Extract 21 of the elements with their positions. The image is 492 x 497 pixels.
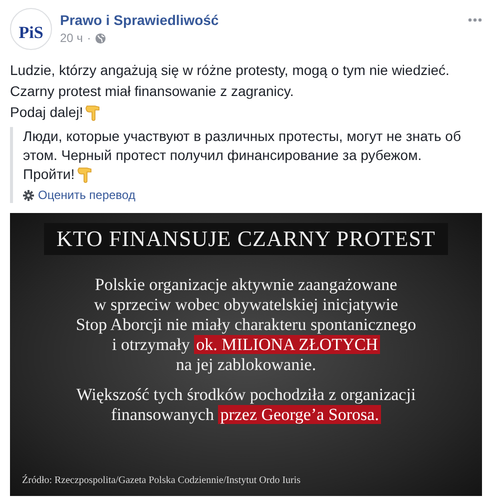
graphic-title: KTO FINANSUJE CZARNY PROTEST <box>44 223 448 255</box>
post-text-line: Ludzie, którzy angażują się w różne protesty, mogą o tym nie wiedzieć. <box>10 61 450 80</box>
translated-text-line: Пройти! <box>23 165 75 184</box>
globe-icon <box>94 32 106 44</box>
pointing-hand-icon <box>85 104 102 121</box>
pointing-hand-icon <box>76 166 93 183</box>
post-text-line: Czarny protest miał finansowanie z zagranicy. <box>10 82 294 101</box>
graphic-paragraph: Większość tych środków pochodziła z organizacji finansowanych przez George’a Sorosa. <box>76 385 416 425</box>
avatar[interactable]: PiS <box>10 8 52 50</box>
page-name-link[interactable]: Prawo i Sprawiedliwość <box>60 11 219 29</box>
post-image-graphic[interactable] <box>10 213 482 496</box>
translated-text-line: этом. Черный протест получил финансирование за рубежом. <box>23 146 422 165</box>
graphic-paragraph: Polskie organizacje aktywnie zaangażowane w sprzeciw wobec obywatelskiej inicjatywie Stop Aborcji nie miały charakteru spontanicznego i otrzymały ok. MILIONA ZŁOTYCH na jej zablokowanie. <box>76 275 416 375</box>
post-text-line: Podaj dalej! <box>10 103 84 122</box>
rate-translation-link[interactable]: Оценить перевод <box>38 187 136 203</box>
separator-dot: · <box>86 30 91 47</box>
more-options-icon[interactable] <box>468 18 482 22</box>
gear-icon <box>23 190 34 200</box>
translated-text-line: Люди, которые участвуют в различных протесты, могут не знать об <box>23 127 461 146</box>
avatar-logo-text: PiS <box>18 22 44 44</box>
graphic-source-text: Źródło: Rzeczpospolita/Gazeta Polska Codziennie/Instytut Ordo Iuris <box>22 473 301 488</box>
